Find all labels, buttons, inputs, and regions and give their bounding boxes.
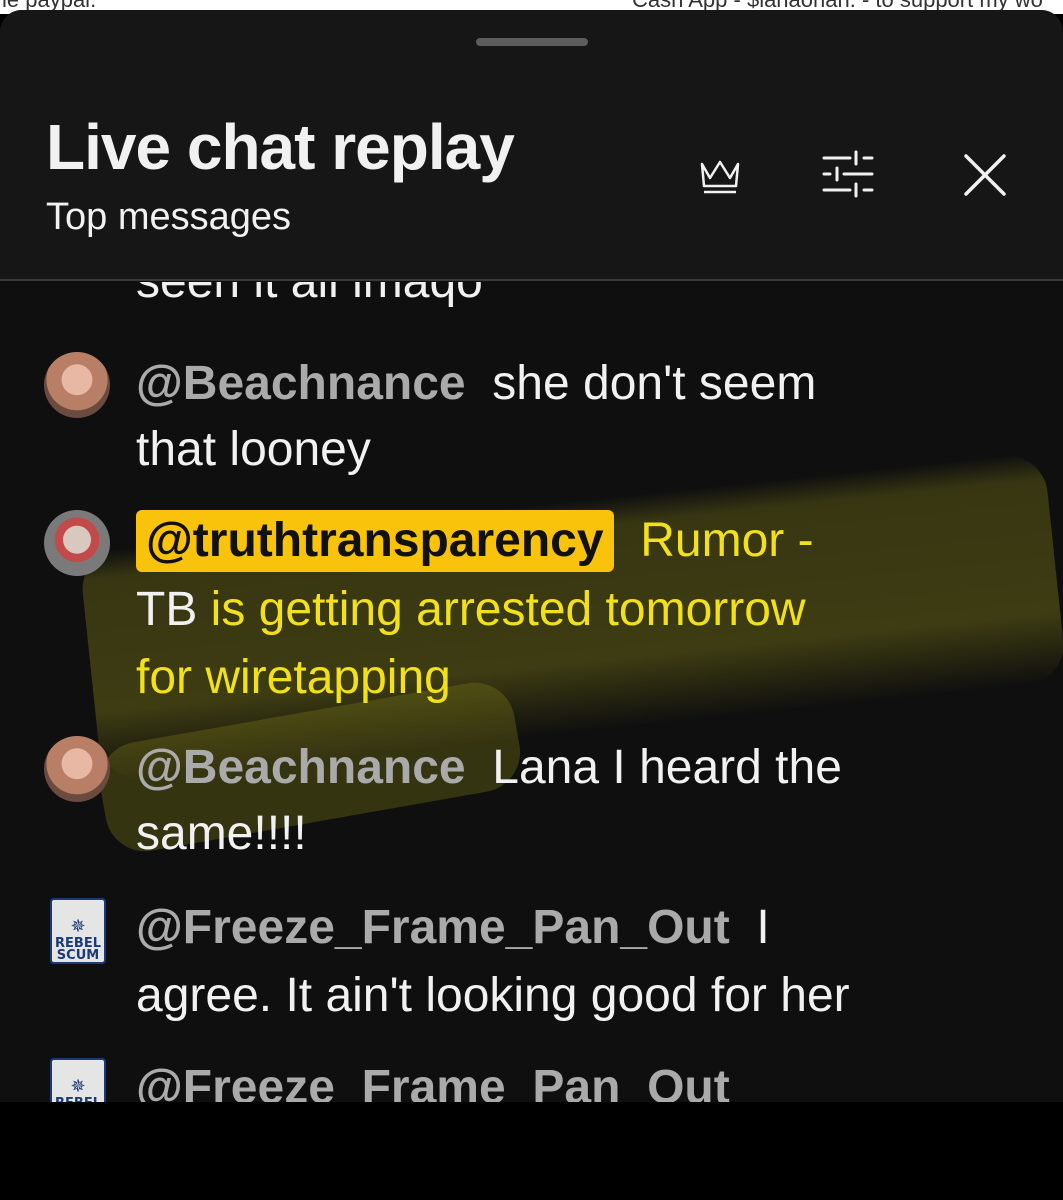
message-text-prefix: TB xyxy=(136,583,198,636)
chat-list[interactable]: seen it all imaqo @Beachnance she don't … xyxy=(0,282,1063,1102)
message-text-continued: TB is getting arrested tomorrow xyxy=(136,580,806,640)
message-author[interactable]: @Beachnance xyxy=(136,357,466,410)
close-icon[interactable] xyxy=(960,150,1010,200)
message-text-continued: same!!!! xyxy=(136,807,307,860)
avatar-text: REBEL xyxy=(55,1097,101,1102)
message-text-continued: agree. It ain't looking good for her xyxy=(136,969,850,1022)
avatar[interactable]: ✵ REBEL SCUM xyxy=(50,898,106,964)
avatar[interactable] xyxy=(44,510,110,576)
rebel-insignia-icon: ✵ xyxy=(70,916,86,937)
message-text-continued: that looney xyxy=(136,423,371,476)
chat-message: @Beachnance Lana I heard the xyxy=(136,738,842,798)
chat-mode-selector[interactable]: Top messages xyxy=(46,196,291,239)
chat-message: @Beachnance she don't seem xyxy=(136,354,816,414)
avatar[interactable]: ✵ REBEL SCUM xyxy=(50,1058,106,1102)
chat-message-highlighted: @truthtransparency Rumor - xyxy=(136,510,814,572)
message-text: Lana I heard the xyxy=(492,741,842,794)
rebel-insignia-icon: ✵ xyxy=(70,1076,86,1097)
page-title: Live chat replay xyxy=(46,111,515,183)
cut-off-message-text: seen it all imaqo xyxy=(136,282,483,312)
message-author[interactable]: @Freeze_Frame_Pan_Out xyxy=(136,1061,730,1102)
message-text: Rumor - xyxy=(640,514,814,567)
chat-message: @Freeze_Frame_Pan_Out xyxy=(136,1058,730,1102)
message-text: I xyxy=(756,901,770,954)
message-author[interactable]: @Freeze_Frame_Pan_Out xyxy=(136,901,730,954)
message-text: she don't seem xyxy=(492,357,817,410)
avatar[interactable] xyxy=(44,352,110,418)
chat-header: Live chat replay Top messages xyxy=(0,10,1063,280)
avatar-text: SCUM xyxy=(56,948,100,963)
header-divider xyxy=(0,279,1063,281)
live-chat-panel: Live chat replay Top messages @Beachnanc… xyxy=(0,10,1063,1102)
chat-message: @Freeze_Frame_Pan_Out I xyxy=(136,898,770,958)
crown-icon[interactable] xyxy=(698,156,742,196)
message-author[interactable]: @Beachnance xyxy=(136,741,466,794)
drag-handle[interactable] xyxy=(476,38,588,46)
message-text-continued: for wiretapping xyxy=(136,651,451,704)
message-author-chip[interactable]: @truthtransparency xyxy=(136,510,614,572)
tune-icon[interactable] xyxy=(820,146,876,202)
message-text-rest: is getting arrested tomorrow xyxy=(197,583,806,636)
avatar[interactable] xyxy=(44,736,110,802)
